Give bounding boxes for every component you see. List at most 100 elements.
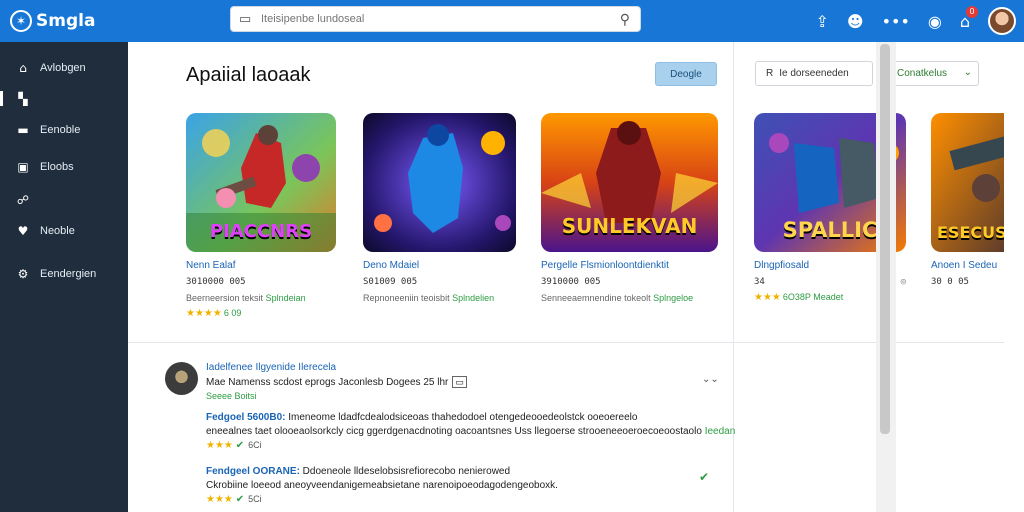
primary-button[interactable]: Deogle xyxy=(655,62,717,86)
rating-stars: ★★★ xyxy=(206,440,233,451)
review-tag[interactable]: Seeee Boitsi xyxy=(206,391,257,401)
game-card[interactable]: ESECUS Anoen I Sedeu 30 0 05 xyxy=(931,113,1004,287)
game-card[interactable]: SUNLEKVAN Pergelle Flsmionloontdienktit … xyxy=(541,113,718,303)
column-divider xyxy=(733,42,734,512)
review-line-lead: Fedgoel 5600B0: xyxy=(206,412,286,423)
rating-stars: ★★★ xyxy=(754,292,781,303)
scrollbar[interactable] xyxy=(876,42,896,512)
more-icon[interactable]: ••• xyxy=(882,12,910,31)
game-cover[interactable]: SUNLEKVAN xyxy=(541,113,718,252)
sidebar-item-label: Eenoble xyxy=(40,123,81,136)
game-title[interactable]: Anoen I Sedeu xyxy=(931,260,1004,271)
game-meta: 3910000 005 xyxy=(541,277,601,287)
game-meta: S01009 005 xyxy=(363,277,418,287)
filter-icon: R xyxy=(766,68,774,79)
sidebar-item-settings[interactable]: ⚙ Eendergien xyxy=(0,258,128,289)
bookmark-icon: ▚ xyxy=(18,91,28,106)
sidebar-item-label: Neoble xyxy=(40,224,75,237)
review-line-text: Ckrobiine loeeod aneoyveendanigemeabsiet… xyxy=(206,480,558,491)
check-icon[interactable]: ✔ xyxy=(699,470,709,484)
review-line-text: eneealnes taet olooeaolsorkcly cicg gger… xyxy=(206,426,702,437)
sort-label: C Conatkelus xyxy=(887,68,948,79)
publisher-name: Beerneersion teksit xyxy=(186,293,264,303)
publisher-name: Repnoneeniin teoisbit xyxy=(363,293,450,303)
game-publisher: Repnoneeniin teoisbit Splndelien xyxy=(363,293,516,303)
review-menu-icon[interactable]: ⌄⌄ xyxy=(702,374,719,385)
publisher-tag[interactable]: Splngeloe xyxy=(653,293,693,303)
settings-icon: ⚙ xyxy=(17,266,29,281)
game-logo-text: PIACCNRS xyxy=(209,221,313,242)
rating-value: 6 09 xyxy=(223,308,242,318)
review-subtitle: Mae Namenss scdost eprogs Jaconlesb Doge… xyxy=(206,376,467,388)
review-line: Fedgoel 5600B0: Imeneome ldadfcdealodsic… xyxy=(206,412,637,423)
upload-icon[interactable]: ⇪ xyxy=(815,12,828,31)
checkmark-icon: ✔ xyxy=(235,440,245,451)
game-card[interactable]: Deno Mdaiel S01009 005 Repnoneeniin teoi… xyxy=(363,113,516,303)
game-meta: 3010000 005 xyxy=(186,277,246,287)
top-bar-actions: ⇪ ☻ ••• ◉ ⌂ 0 xyxy=(815,0,1024,42)
section-divider xyxy=(128,342,1004,343)
checkmark-icon: ✔ xyxy=(235,494,245,505)
reviewer-avatar[interactable] xyxy=(165,362,198,395)
review-subtitle-text: Mae Namenss scdost eprogs Jaconlesb Doge… xyxy=(206,377,449,388)
game-title[interactable]: Deno Mdaiel xyxy=(363,260,516,271)
sidebar-item-label: Eloobs xyxy=(40,160,74,173)
sidebar-item-mail[interactable]: ▬ Eenoble xyxy=(0,114,128,145)
review-line: Fendgeel OORANE: Ddoeneole lldeselobsisr… xyxy=(206,466,510,477)
game-cover[interactable] xyxy=(363,113,516,252)
sidebar-item-share[interactable]: ☍ xyxy=(0,184,128,215)
search-icon[interactable]: ⚲ xyxy=(620,11,630,28)
review-line: Ckrobiine loeeod aneoyveendanigemeabsiet… xyxy=(206,480,558,491)
game-cover[interactable]: ESECUS xyxy=(931,113,1004,252)
publisher-tag[interactable]: Splndeian xyxy=(266,293,306,303)
heart-icon: ♥ xyxy=(17,223,29,238)
sidebar-item-label: Avlobgen xyxy=(40,61,86,74)
app-logo[interactable]: ✶ Smgla xyxy=(10,10,95,32)
sidebar-item-bookmark[interactable]: ▚ xyxy=(0,83,128,114)
sidebar: ⌂ Avlobgen ▚ ▬ Eenoble ▣ Eloobs ☍ ♥ Neoble ⚙… xyxy=(0,42,128,512)
user-avatar[interactable] xyxy=(988,7,1016,35)
review-line-lead: Fendgeel OORANE: xyxy=(206,466,300,477)
filter-input[interactable]: R Ie dorseeneden xyxy=(755,61,873,86)
notification-badge: 0 xyxy=(966,5,978,18)
publisher-tag[interactable]: Splndelien xyxy=(452,293,494,303)
cover-art xyxy=(363,113,516,252)
calendar-icon: ▭ xyxy=(452,376,467,388)
rating-stars: ★★★ xyxy=(206,494,233,505)
rating-stars: ★★★★ xyxy=(186,308,222,319)
sidebar-item-home[interactable]: ⌂ Avlobgen xyxy=(0,52,128,83)
sidebar-item-favorites[interactable]: ♥ Neoble xyxy=(0,215,128,246)
review-line: eneealnes taet olooeaolsorkcly cicg gger… xyxy=(206,426,735,437)
game-card[interactable]: PIACCNRS Nenn Ealaf 3010000 005 Beerneer… xyxy=(186,113,336,319)
rating-count: 5Ci xyxy=(248,494,262,504)
game-meta-value: 34 xyxy=(754,277,765,287)
chat-icon: ▣ xyxy=(17,159,29,174)
scrollbar-thumb[interactable] xyxy=(880,44,890,434)
top-bar: ✶ Smgla ▭ ⚲ ⇪ ☻ ••• ◉ ⌂0 xyxy=(0,0,1024,42)
game-cover[interactable]: PIACCNRS xyxy=(186,113,336,252)
review-line-text: Imeneome ldadfcdealodsiceoas thahedodoel… xyxy=(285,412,638,423)
user-add-icon[interactable]: ☻ xyxy=(847,12,864,31)
search-box-icon: ▭ xyxy=(239,11,252,26)
app-logo-text: Smgla xyxy=(36,11,96,31)
game-title[interactable]: Pergelle Flsmionloontdienktit xyxy=(541,260,718,271)
game-logo-text: ESECUS xyxy=(937,223,1004,242)
review-rating: ★★★ ✔ 6Ci xyxy=(206,440,262,451)
search-bar[interactable]: ▭ ⚲ xyxy=(230,6,641,32)
search-input[interactable] xyxy=(261,13,620,25)
game-rating: ★★★★ 6 09 xyxy=(186,308,336,319)
game-meta: 30 0 05 xyxy=(931,277,969,287)
game-title[interactable]: Nenn Ealaf xyxy=(186,260,336,271)
home-icon: ⌂ xyxy=(19,60,27,75)
review-line-tag[interactable]: Ieedan xyxy=(705,426,736,437)
filter-label: Ie dorseeneden xyxy=(779,68,849,79)
sidebar-item-chat[interactable]: ▣ Eloobs xyxy=(0,151,128,182)
game-logo-text: SUNLEKVAN xyxy=(561,214,698,238)
review-rating: ★★★ ✔ 5Ci xyxy=(206,494,262,505)
review-title[interactable]: Iadelfenee Ilgyenide Ilerecela xyxy=(206,362,336,373)
chevron-down-icon: ⌄ xyxy=(963,67,972,78)
notifications-icon[interactable]: ⌂ 0 xyxy=(960,5,978,31)
help-icon[interactable]: ◉ xyxy=(928,12,942,31)
sidebar-item-label: Eendergien xyxy=(40,267,97,280)
logo-icon: ✶ xyxy=(10,10,32,32)
